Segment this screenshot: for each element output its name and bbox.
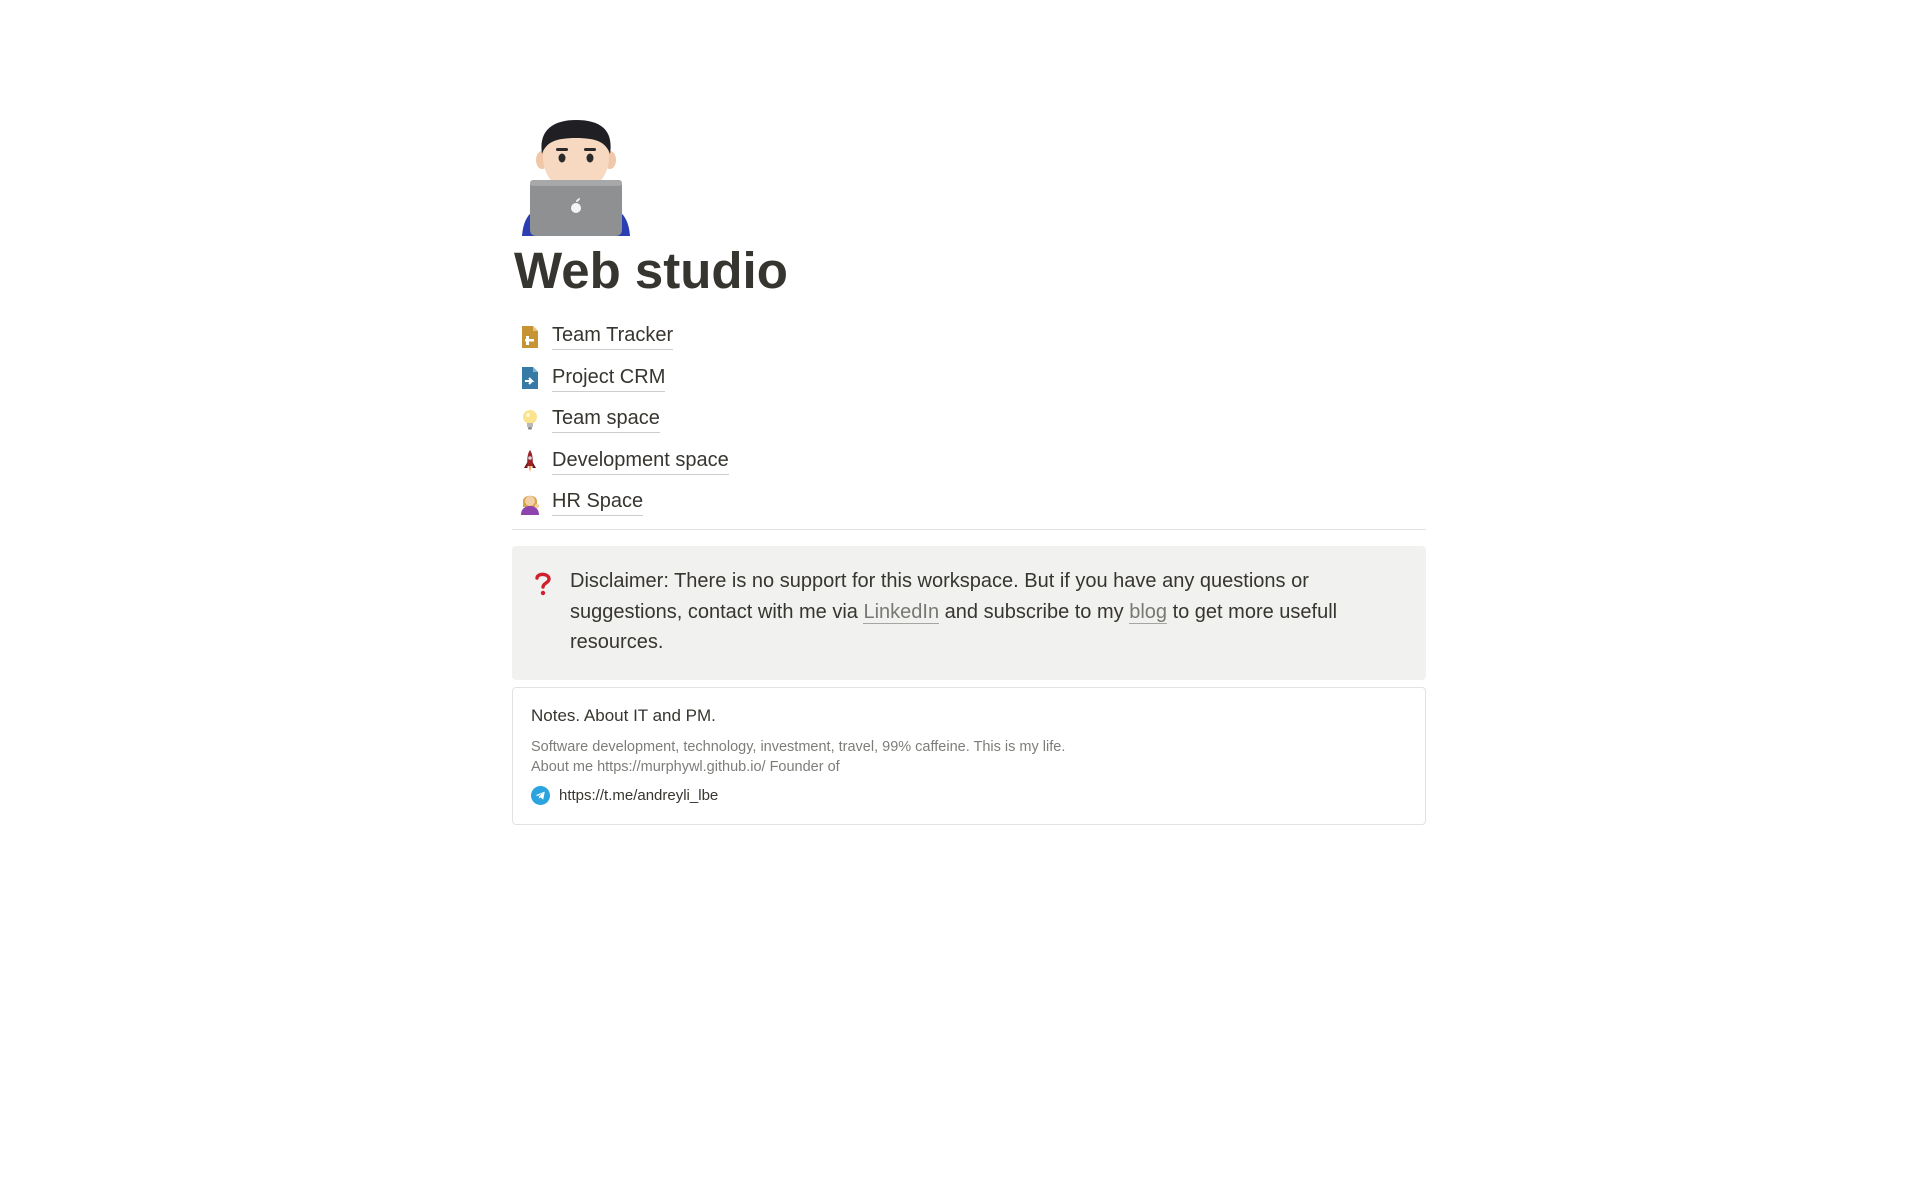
- page-links-list: Team Tracker Project CRM Team space Deve…: [512, 316, 1426, 524]
- page-link-label: Team space: [552, 406, 660, 434]
- bookmark-title: Notes. About IT and PM.: [531, 706, 716, 725]
- red-question-mark-icon: [532, 571, 554, 597]
- page-title: Web studio: [514, 242, 788, 299]
- blog-link[interactable]: blog: [1129, 600, 1168, 624]
- page-link-development-space[interactable]: Development space: [512, 441, 1426, 483]
- page-link-team-tracker[interactable]: Team Tracker: [512, 316, 1426, 358]
- lightbulb-icon: [518, 408, 542, 432]
- page-link-project-crm[interactable]: Project CRM: [512, 358, 1426, 400]
- bookmark-url: https://t.me/andreyli_lbe: [559, 787, 719, 804]
- spreadsheet-document-icon: [518, 325, 542, 349]
- page-link-label: Development space: [552, 448, 729, 475]
- bookmark-url-row: https://t.me/andreyli_lbe: [531, 786, 718, 805]
- page-link-label: HR Space: [552, 489, 644, 517]
- linkedin-link[interactable]: LinkedIn: [863, 600, 940, 624]
- divider: [512, 529, 1426, 530]
- bookmark-description: Software development, technology, invest…: [531, 739, 1066, 775]
- person-with-laptop-icon[interactable]: [520, 118, 632, 236]
- disclaimer-callout: Disclaimer: There is no support for this…: [512, 546, 1426, 680]
- telegram-icon: [531, 786, 550, 805]
- page-link-label: Team Tracker: [552, 323, 674, 351]
- person-tipping-hand-icon: [518, 491, 542, 515]
- document-arrow-icon: [518, 366, 542, 390]
- page-link-label: Project CRM: [552, 365, 666, 392]
- page-link-team-space[interactable]: Team space: [512, 399, 1426, 441]
- bookmark-card[interactable]: Notes. About IT and PM. Software develop…: [512, 687, 1426, 825]
- disclaimer-text-middle: and subscribe to my: [939, 600, 1130, 623]
- disclaimer-text: Disclaimer: There is no support for this…: [570, 566, 1400, 658]
- page-link-hr-space[interactable]: HR Space: [512, 482, 1426, 524]
- rocket-icon: [518, 449, 542, 473]
